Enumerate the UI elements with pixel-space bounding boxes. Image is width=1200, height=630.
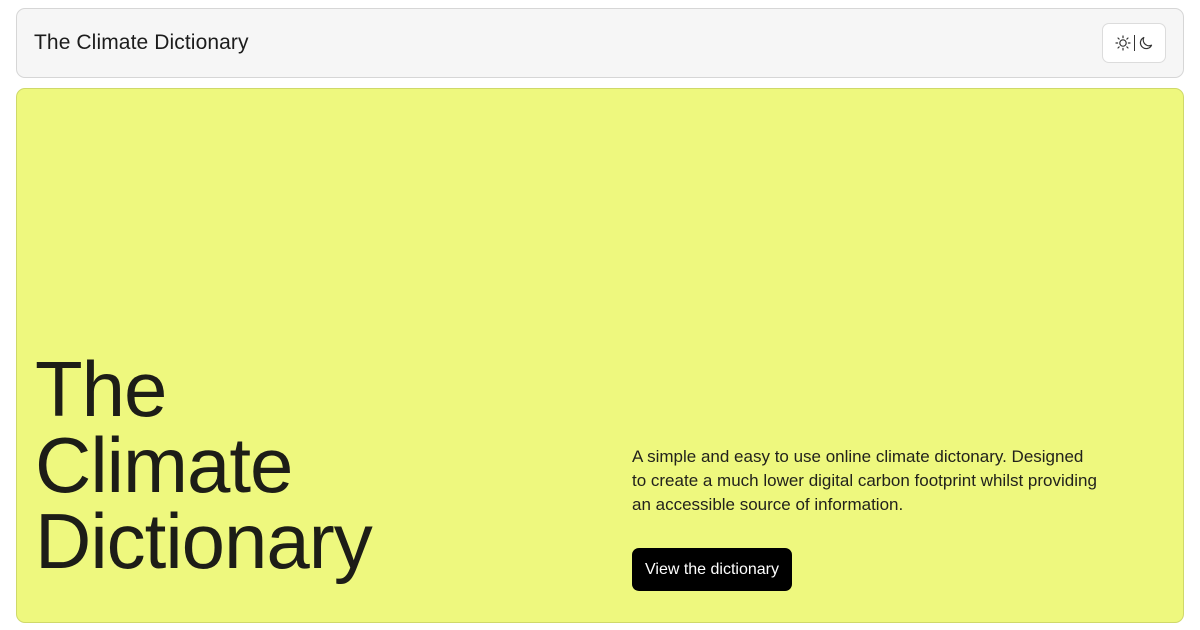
hero-description: A simple and easy to use online climate … — [632, 447, 1097, 514]
moon-icon — [1138, 35, 1154, 51]
view-dictionary-button[interactable]: View the dictionary — [632, 548, 792, 591]
hero-section: The Climate Dictionary A simple and easy… — [16, 88, 1184, 623]
hero-title-line: Climate — [35, 421, 293, 509]
theme-toggle-button[interactable] — [1102, 23, 1166, 63]
toggle-separator — [1133, 35, 1135, 51]
hero-title-line: The — [35, 345, 167, 433]
hero-title: The Climate Dictionary — [35, 345, 373, 585]
sun-icon — [1114, 35, 1131, 51]
site-title[interactable]: The Climate Dictionary — [34, 31, 249, 55]
hero-title-line: Dictionary — [35, 497, 373, 585]
site-header: The Climate Dictionary — [16, 8, 1184, 78]
